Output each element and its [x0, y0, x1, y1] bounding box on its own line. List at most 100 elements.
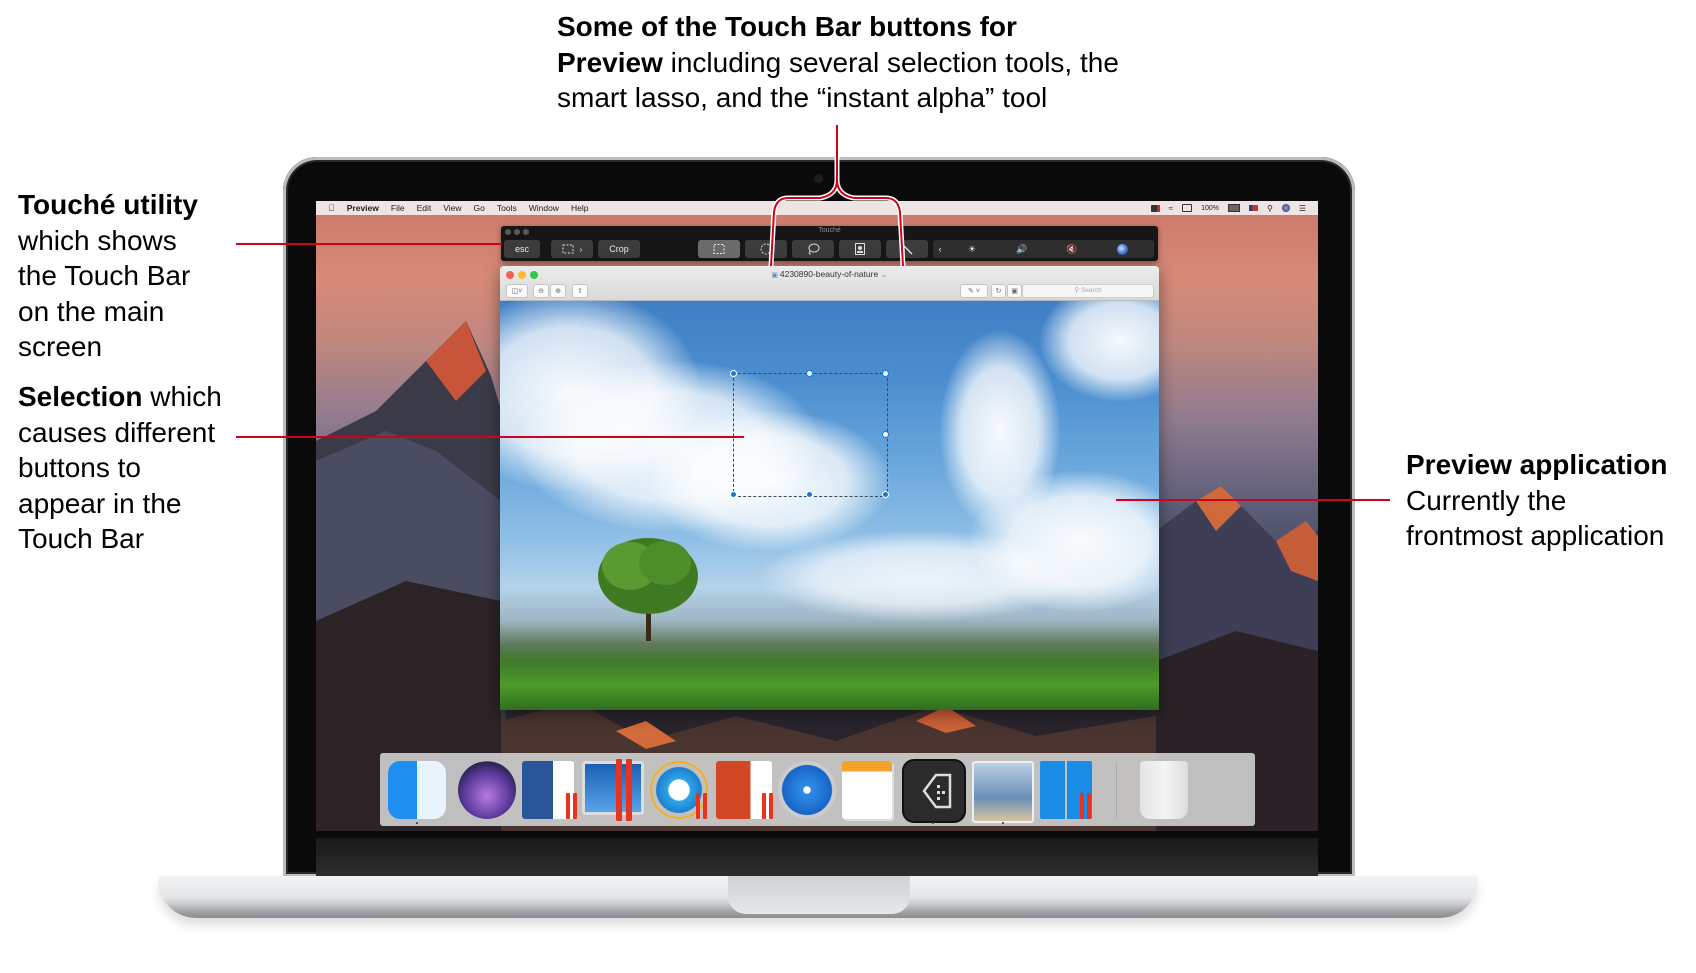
apple-logo-icon[interactable]: 	[328, 203, 335, 213]
document-title[interactable]: ▣ 4230890-beauty-of-nature ⌄	[500, 269, 1159, 280]
selection-handle[interactable]	[882, 491, 889, 498]
callout-line-preview	[1116, 499, 1390, 501]
menu-window[interactable]: Window	[529, 203, 559, 213]
menu-view[interactable]: View	[443, 203, 461, 213]
mute-icon[interactable]: 🔇	[1047, 244, 1097, 255]
parallels-badge-icon	[573, 793, 577, 819]
parallels-badge-icon	[703, 793, 707, 819]
menu-help[interactable]: Help	[571, 203, 588, 213]
parallels-badge-icon	[616, 759, 622, 821]
menu-preview[interactable]: Preview	[347, 203, 379, 213]
volume-icon[interactable]: 🔊	[997, 244, 1047, 255]
preview-window: ▣ 4230890-beauty-of-nature ⌄ ◫˅ ⊖ ⊕ ⇧ ✎ …	[500, 266, 1159, 710]
document-image[interactable]	[500, 301, 1159, 710]
desktop-screen:  Preview File Edit View Go Tools Window…	[316, 201, 1318, 831]
menu-tools[interactable]: Tools	[497, 203, 517, 213]
sidebar-toggle-button[interactable]: ◫˅	[506, 284, 528, 298]
zoom-in-button[interactable]: ⊕	[550, 284, 566, 298]
menu-file[interactable]: File	[391, 203, 405, 213]
selection-handle[interactable]	[730, 491, 737, 498]
dock-separator	[1116, 763, 1117, 819]
dock-trash-icon[interactable]	[1140, 761, 1188, 819]
esc-label: esc	[514, 244, 529, 254]
annotation-touche-line: screen	[18, 331, 103, 362]
image-tree	[598, 538, 698, 641]
rotate-button[interactable]: ↻	[991, 284, 1006, 298]
macbook-hinge	[316, 838, 1318, 876]
spotlight-search-icon[interactable]: ⚲	[1267, 204, 1273, 213]
callout-bracket-touch-bar	[768, 125, 906, 267]
touchbar-selection-menu-button[interactable]: ›	[551, 240, 593, 258]
running-indicator	[416, 822, 418, 824]
parallels-badge-icon	[769, 793, 773, 819]
annotation-top-text-2: including several selection tools, the	[662, 46, 1119, 78]
siri-icon[interactable]	[1097, 243, 1147, 255]
touche-logo-icon	[922, 773, 952, 809]
document-title-text: 4230890-beauty-of-nature	[779, 269, 879, 279]
battery-icon[interactable]	[1227, 204, 1240, 212]
dock-safari-icon[interactable]	[778, 761, 836, 819]
annotation-touche-line: the Touch Bar	[18, 260, 191, 291]
annotation-top-bold: Some of the Touch Bar buttons for	[557, 11, 1017, 42]
dock-pages-icon[interactable]	[842, 761, 892, 819]
selection-handle[interactable]	[806, 491, 813, 498]
us-flag-input-icon[interactable]	[1248, 205, 1258, 211]
annotation-selection: Selection which causes different buttons…	[18, 379, 222, 557]
rotate-icon: ↻	[995, 288, 1002, 295]
dock-touche-icon[interactable]	[902, 759, 966, 823]
selection-handle[interactable]	[882, 370, 889, 377]
annotation-preview-line: Currently the	[1406, 484, 1567, 516]
share-icon: ⇧	[577, 288, 583, 295]
annotation-preview-line: frontmost application	[1406, 520, 1665, 551]
selection-handle[interactable]	[806, 370, 813, 377]
annotation-touche-line: on the main	[18, 295, 165, 327]
search-icon: ⚲	[1074, 287, 1081, 294]
dock-preview-icon[interactable]	[972, 761, 1034, 823]
annotation-selection-line: appear in the	[18, 487, 182, 519]
dock-windows-start-icon[interactable]	[1040, 761, 1092, 819]
share-button[interactable]: ⇧	[572, 284, 588, 298]
menu-go[interactable]: Go	[474, 203, 485, 213]
preview-titlebar: ▣ 4230890-beauty-of-nature ⌄ ◫˅ ⊖ ⊕ ⇧ ✎ …	[500, 266, 1159, 301]
parallels-badge-icon	[1087, 793, 1091, 819]
selection-handle[interactable]	[882, 431, 889, 438]
document-icon: ▣	[771, 272, 780, 279]
zoom-out-button[interactable]: ⊖	[533, 284, 549, 298]
siri-icon[interactable]	[1281, 204, 1290, 212]
toolbox-button[interactable]: ▣	[1007, 284, 1022, 298]
annotation-preview-application: Preview application Currently the frontm…	[1406, 447, 1667, 554]
search-input[interactable]: ⚲ Search	[1022, 284, 1154, 298]
touchbar-crop-button[interactable]: Crop	[598, 240, 640, 258]
annotation-selection-text: which	[142, 381, 222, 412]
selection-handle[interactable]	[730, 370, 737, 377]
parallels-badge-icon	[696, 793, 700, 819]
dock-windows-vm-icon[interactable]	[582, 761, 644, 815]
pen-icon: ✎ ˅	[968, 288, 980, 295]
dock-siri-icon[interactable]	[458, 761, 516, 819]
annotation-touche-line: which shows	[18, 224, 177, 256]
battery-percent: 100%	[1201, 204, 1219, 212]
chevron-down-icon: ⌄	[880, 269, 888, 279]
touchbar-esc-button[interactable]: esc	[504, 240, 540, 258]
markup-button[interactable]: ✎ ˅	[960, 284, 988, 298]
dock-finder-icon[interactable]	[388, 761, 446, 819]
annotation-touche-bold: Touché utility	[18, 189, 198, 220]
search-placeholder: Search	[1080, 287, 1102, 294]
annotation-preview-bold: Preview application	[1406, 449, 1668, 480]
wifi-icon[interactable]: ≈	[1169, 204, 1173, 213]
annotation-selection-bold: Selection	[18, 381, 143, 412]
app-status-icon[interactable]	[1150, 204, 1160, 212]
callout-line-selection	[236, 436, 744, 438]
parallels-badge-icon	[1080, 793, 1084, 819]
running-indicator	[932, 822, 934, 824]
macbook-opening-notch	[728, 876, 910, 914]
notification-center-icon[interactable]: ☰	[1299, 204, 1306, 213]
callout-line-touche	[236, 243, 502, 245]
annotation-selection-line: causes different	[18, 416, 216, 448]
annotation-selection-line: Touch Bar	[18, 523, 145, 554]
airplay-icon[interactable]	[1182, 204, 1193, 212]
annotation-touche-utility: Touché utility which shows the Touch Bar…	[18, 187, 198, 365]
selection-rectangle[interactable]	[730, 370, 889, 498]
parallels-badge-icon	[566, 793, 570, 819]
menu-edit[interactable]: Edit	[417, 203, 432, 213]
